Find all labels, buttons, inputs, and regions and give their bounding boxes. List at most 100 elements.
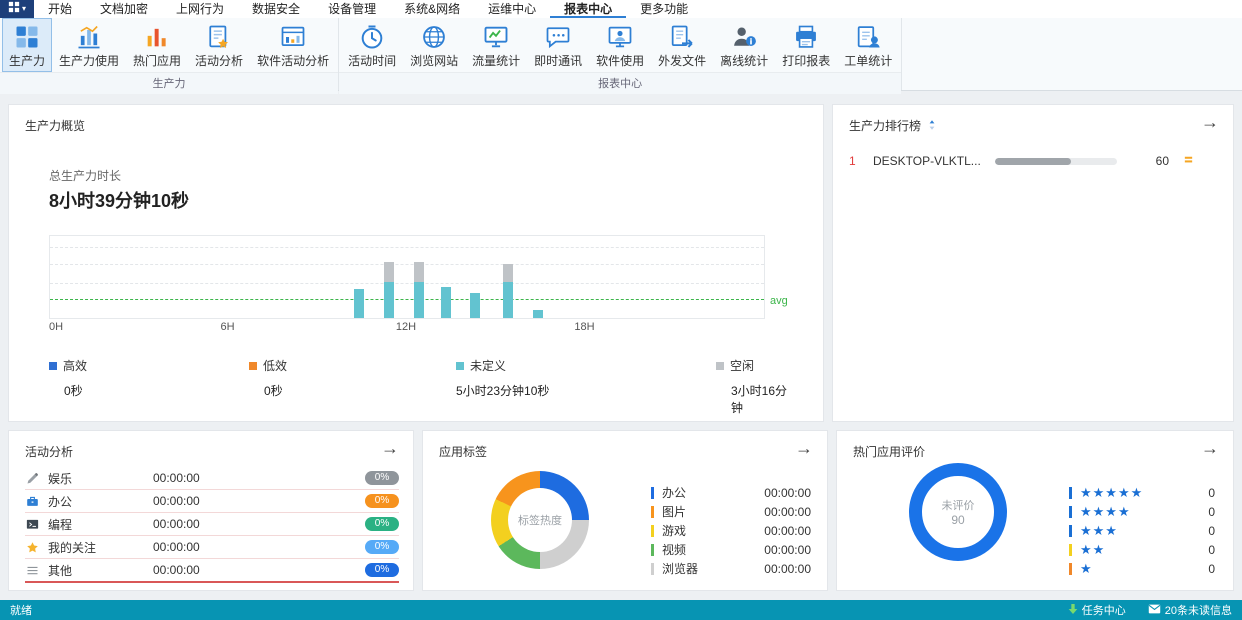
computer-name: DESKTOP-VLKTL...	[873, 154, 995, 168]
tag-label: 游戏	[662, 522, 686, 539]
outgoing-files-icon	[668, 23, 696, 51]
legend-item-低效: 低效0秒	[249, 357, 287, 399]
menu-tab-文档加密[interactable]: 文档加密	[86, 0, 162, 18]
chart-bar	[384, 236, 394, 318]
ribbon-button-activity-analysis[interactable]: 活动分析	[188, 18, 250, 72]
ribbon-button-label: 活动分析	[195, 52, 243, 69]
x-tick-label: 18H	[574, 321, 594, 333]
menu-tab-数据安全[interactable]: 数据安全	[238, 0, 314, 18]
app-tags-card: 应用标签 → 标签热度 办公00:00:00图片00:00:00游戏00:00:…	[422, 430, 828, 591]
ribbon-button-print-report[interactable]: 打印报表	[775, 18, 837, 72]
menu-tab-系统&网络[interactable]: 系统&网络	[390, 0, 474, 18]
activity-percent-badge: 0%	[365, 471, 399, 485]
ribbon-button-software-usage[interactable]: 软件使用	[589, 18, 651, 72]
activity-label: 娱乐	[48, 470, 153, 487]
ribbon-button-hot-apps[interactable]: 热门应用	[126, 18, 188, 72]
open-arrow-icon[interactable]: →	[795, 439, 813, 457]
tag-label: 办公	[662, 484, 686, 501]
ranking-row[interactable]: 1 DESKTOP-VLKTL... 60	[849, 151, 1219, 171]
legend-label: 高效	[63, 359, 87, 373]
activity-row-我的关注[interactable]: 我的关注00:00:000%	[25, 536, 399, 559]
rating-row-4-star: ★★★★0	[1069, 502, 1215, 521]
ribbon-button-work-order[interactable]: 工单统计	[837, 18, 899, 72]
ribbon-button-productivity[interactable]: 生产力	[2, 18, 52, 72]
chart-bar	[533, 236, 543, 318]
hot-apps-icon	[143, 23, 171, 51]
productivity-usage-icon	[75, 23, 103, 51]
gridline	[50, 283, 764, 284]
open-arrow-icon[interactable]: →	[1201, 439, 1219, 457]
ribbon-group-label: 报表中心	[339, 72, 901, 94]
detail-icon[interactable]	[1183, 154, 1194, 168]
ribbon-button-browse-web[interactable]: 浏览网站	[403, 18, 465, 72]
rating-count: 0	[1208, 562, 1215, 576]
menu-tab-更多功能[interactable]: 更多功能	[626, 0, 702, 18]
ribbon: 生产力生产力使用热门应用活动分析软件活动分析生产力活动时间浏览网站流量统计即时通…	[0, 18, 1242, 91]
rating-count: 0	[1208, 486, 1215, 500]
bar-segment-undefined	[441, 287, 451, 318]
rating-row-1-star: ★0	[1069, 559, 1215, 578]
card-title: 热门应用评价	[853, 443, 925, 460]
instant-messaging-icon	[544, 23, 572, 51]
activity-row-其他[interactable]: 其他00:00:000%	[25, 559, 399, 583]
bar-segment-idle	[384, 262, 394, 282]
app-menu-button[interactable]: ▾	[0, 0, 34, 18]
bar-segment-idle	[414, 262, 424, 282]
tag-time: 00:00:00	[764, 562, 811, 576]
download-arrow-icon	[1068, 603, 1078, 618]
rating-center-label: 未评价	[942, 497, 975, 513]
ranking-title: 生产力排行榜	[849, 119, 921, 133]
ribbon-button-label: 活动时间	[348, 52, 396, 69]
bar-segment-undefined	[414, 282, 424, 318]
menu-tab-运维中心[interactable]: 运维中心	[474, 0, 550, 18]
ribbon-button-software-activity[interactable]: 软件活动分析	[250, 18, 336, 72]
ribbon-button-activity-time[interactable]: 活动时间	[341, 18, 403, 72]
open-arrow-icon[interactable]: →	[1201, 113, 1219, 131]
focus-icon	[25, 540, 40, 555]
total-productivity-value: 8小时39分钟10秒	[49, 187, 189, 213]
gridline	[50, 264, 764, 265]
bar-segment-undefined	[470, 293, 480, 318]
unread-messages-button[interactable]: 20条未读信息	[1148, 602, 1232, 618]
menu-tab-设备管理[interactable]: 设备管理	[314, 0, 390, 18]
bar-segment-undefined	[533, 310, 543, 318]
menu-tab-上网行为[interactable]: 上网行为	[162, 0, 238, 18]
open-arrow-icon[interactable]: →	[381, 439, 399, 457]
activity-row-娱乐[interactable]: 娱乐00:00:000%	[25, 467, 399, 490]
avg-line	[50, 299, 764, 300]
tags-legend: 办公00:00:00图片00:00:00游戏00:00:00视频00:00:00…	[651, 483, 811, 578]
ribbon-button-label: 流量统计	[472, 52, 520, 69]
legend-swatch	[49, 362, 57, 370]
gridline	[50, 247, 764, 248]
ribbon-button-productivity-usage[interactable]: 生产力使用	[52, 18, 126, 72]
unread-messages-label: 20条未读信息	[1165, 602, 1232, 618]
legend-marker	[1069, 487, 1072, 499]
work-order-icon	[854, 23, 882, 51]
mail-icon	[1148, 604, 1161, 617]
activity-row-办公[interactable]: 办公00:00:000%	[25, 490, 399, 513]
menu-tab-报表中心[interactable]: 报表中心	[550, 0, 626, 18]
activity-row-编程[interactable]: 编程00:00:000%	[25, 513, 399, 536]
ribbon-button-instant-messaging[interactable]: 即时通讯	[527, 18, 589, 72]
coding-icon	[25, 517, 40, 532]
tags-center-label: 标签热度	[518, 512, 562, 528]
activity-time: 00:00:00	[153, 563, 273, 577]
task-center-button[interactable]: 任务中心	[1068, 602, 1126, 618]
legend-marker	[1069, 563, 1072, 575]
sort-icon[interactable]	[928, 120, 936, 134]
legend-swatch	[716, 362, 724, 370]
activity-time: 00:00:00	[153, 517, 273, 531]
ribbon-button-offline-stats[interactable]: 离线统计	[713, 18, 775, 72]
ribbon-button-label: 浏览网站	[410, 52, 458, 69]
ribbon-button-label: 软件使用	[596, 52, 644, 69]
browse-web-icon	[420, 23, 448, 51]
total-productivity-label: 总生产力时长	[49, 167, 121, 184]
ribbon-button-outgoing-files[interactable]: 外发文件	[651, 18, 713, 72]
ranking-progress-fill	[995, 158, 1071, 165]
menu-tab-开始[interactable]: 开始	[34, 0, 86, 18]
ribbon-button-traffic-stats[interactable]: 流量统计	[465, 18, 527, 72]
legend-marker	[651, 487, 654, 499]
chart-x-axis: 0H6H12H18H	[49, 321, 763, 335]
tag-legend-row-视频: 视频00:00:00	[651, 540, 811, 559]
ribbon-button-label: 生产力	[9, 52, 45, 69]
